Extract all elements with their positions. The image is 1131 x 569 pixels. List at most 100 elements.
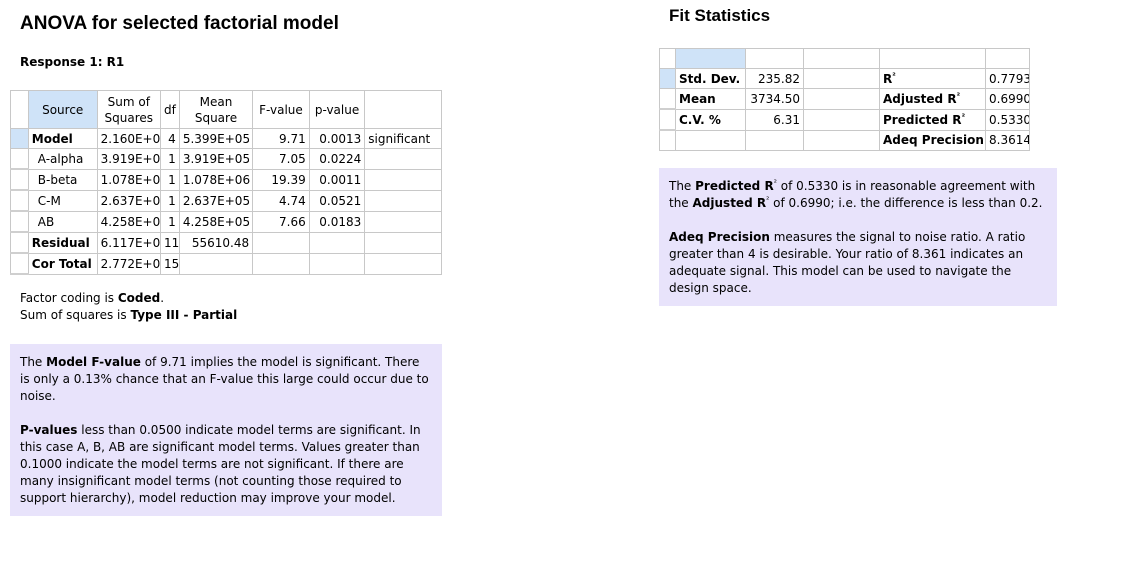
fit-value-2: 0.7793 bbox=[985, 68, 1030, 89]
row-source: Residual bbox=[27, 231, 98, 254]
row-selector[interactable] bbox=[659, 129, 676, 151]
table-row[interactable]: Residual 6.117E+05 11 55610.48 bbox=[10, 231, 442, 254]
row-f: 7.66 bbox=[252, 210, 310, 233]
table-row[interactable]: C-M 2.637E+05 1 2.637E+05 4.74 0.0521 bbox=[10, 189, 442, 212]
table-row[interactable]: Mean 3734.50 Adjusted R² 0.6990 bbox=[659, 88, 1030, 110]
row-source: AB bbox=[27, 210, 98, 233]
fit-label: C.V. % bbox=[675, 108, 746, 131]
table-row[interactable]: C.V. % 6.31 Predicted R² 0.5330 bbox=[659, 108, 1030, 131]
row-selector[interactable] bbox=[659, 68, 676, 89]
table-row[interactable]: Adeq Precision 8.3614 bbox=[659, 129, 1030, 151]
col-header[interactable] bbox=[745, 48, 804, 69]
row-p: 0.0224 bbox=[308, 148, 366, 170]
row-significance bbox=[364, 252, 442, 275]
fit-value: 235.82 bbox=[745, 68, 804, 89]
row-selector[interactable] bbox=[659, 108, 676, 131]
fit-label-2: Adeq Precision bbox=[879, 129, 986, 151]
fit-statistics-table: Std. Dev. 235.82 R² 0.7793 Mean 3734.50 … bbox=[659, 48, 1030, 151]
row-ms: 4.258E+05 bbox=[178, 210, 254, 233]
row-p: 0.0011 bbox=[308, 168, 366, 191]
row-ms: 2.637E+05 bbox=[178, 189, 254, 212]
row-df: 1 bbox=[159, 168, 180, 191]
table-row[interactable]: AB 4.258E+05 1 4.258E+05 7.66 0.0183 bbox=[10, 210, 442, 233]
row-f: 4.74 bbox=[252, 189, 310, 212]
col-header[interactable] bbox=[803, 48, 880, 69]
col-header-f-value[interactable]: F-value bbox=[252, 90, 310, 129]
row-selector[interactable] bbox=[10, 148, 29, 170]
col-header[interactable] bbox=[985, 48, 1030, 69]
row-p: 0.0521 bbox=[308, 189, 366, 212]
fit-label-2: Adjusted R² bbox=[879, 88, 986, 110]
spacer-cell bbox=[803, 68, 880, 89]
row-selector[interactable] bbox=[10, 128, 29, 149]
anova-header-row: Source Sum of Squares df Mean Square F-val… bbox=[10, 90, 442, 129]
row-df: 4 bbox=[159, 128, 180, 149]
fit-value: 3734.50 bbox=[745, 88, 804, 110]
sum-of-squares-line: Sum of squares is Type III - Partial bbox=[20, 308, 238, 322]
row-selector[interactable] bbox=[10, 210, 29, 233]
fit-label-2: Predicted R² bbox=[879, 108, 986, 131]
row-p bbox=[308, 231, 366, 254]
row-f bbox=[252, 231, 310, 254]
col-header[interactable] bbox=[879, 48, 986, 69]
row-significance bbox=[364, 148, 442, 170]
fit-value-2: 0.5330 bbox=[985, 108, 1030, 131]
row-df: 1 bbox=[159, 210, 180, 233]
col-header-note[interactable] bbox=[364, 90, 442, 129]
fit-value-2: 8.3614 bbox=[985, 129, 1030, 151]
table-row[interactable]: Std. Dev. 235.82 R² 0.7793 bbox=[659, 68, 1030, 89]
table-row[interactable]: A-alpha 3.919E+05 1 3.919E+05 7.05 0.022… bbox=[10, 148, 442, 170]
row-significance bbox=[364, 210, 442, 233]
table-row[interactable]: Cor Total 2.772E+06 15 bbox=[10, 252, 442, 275]
row-header-corner[interactable] bbox=[659, 48, 676, 69]
row-ms: 55610.48 bbox=[178, 231, 254, 254]
row-selector[interactable] bbox=[10, 252, 29, 275]
col-header[interactable] bbox=[675, 48, 746, 69]
row-ms: 1.078E+06 bbox=[178, 168, 254, 191]
factor-coding-line: Factor coding is Coded. bbox=[20, 291, 165, 305]
row-ss: 1.078E+06 bbox=[96, 168, 161, 191]
row-significance bbox=[364, 189, 442, 212]
fit-label bbox=[675, 129, 746, 151]
row-source: Model bbox=[27, 128, 98, 149]
fit-interpretation-note: The Predicted R² of 0.5330 is in reasona… bbox=[659, 168, 1057, 306]
row-df: 11 bbox=[159, 231, 180, 254]
col-header-df[interactable]: df bbox=[159, 90, 180, 129]
fit-value bbox=[745, 129, 804, 151]
col-header-p-value[interactable]: p-value bbox=[308, 90, 366, 129]
table-row[interactable]: Model 2.160E+06 4 5.399E+05 9.71 0.0013 … bbox=[10, 128, 442, 149]
fit-label-2: R² bbox=[879, 68, 986, 89]
row-f: 7.05 bbox=[252, 148, 310, 170]
row-ss: 3.919E+05 bbox=[96, 148, 161, 170]
row-df: 1 bbox=[159, 148, 180, 170]
row-source: A-alpha bbox=[27, 148, 98, 170]
row-source: B-beta bbox=[27, 168, 98, 191]
response-label: Response 1: R1 bbox=[20, 55, 125, 69]
spacer-cell bbox=[803, 88, 880, 110]
row-selector[interactable] bbox=[10, 231, 29, 254]
row-p: 0.0183 bbox=[308, 210, 366, 233]
row-df: 1 bbox=[159, 189, 180, 212]
row-f: 9.71 bbox=[252, 128, 310, 149]
anova-table: Source Sum of Squares df Mean Square F-val… bbox=[10, 90, 442, 275]
spacer-cell bbox=[803, 108, 880, 131]
row-selector[interactable] bbox=[10, 168, 29, 191]
row-significance bbox=[364, 231, 442, 254]
row-source: Cor Total bbox=[27, 252, 98, 275]
row-ms bbox=[178, 252, 254, 275]
col-header-mean-square[interactable]: Mean Square bbox=[178, 90, 254, 129]
row-significance bbox=[364, 168, 442, 191]
row-source: C-M bbox=[27, 189, 98, 212]
table-row[interactable]: B-beta 1.078E+06 1 1.078E+06 19.39 0.001… bbox=[10, 168, 442, 191]
row-selector[interactable] bbox=[10, 189, 29, 212]
row-header-corner[interactable] bbox=[10, 90, 29, 129]
fit-header-row bbox=[659, 48, 1030, 69]
row-selector[interactable] bbox=[659, 88, 676, 110]
anova-title: ANOVA for selected factorial model bbox=[20, 13, 339, 34]
row-ms: 3.919E+05 bbox=[178, 148, 254, 170]
col-header-source[interactable]: Source bbox=[27, 90, 98, 129]
row-significance: significant bbox=[364, 128, 442, 149]
row-ss: 2.772E+06 bbox=[96, 252, 161, 275]
col-header-sum-of-squares[interactable]: Sum of Squares bbox=[96, 90, 161, 129]
row-ss: 6.117E+05 bbox=[96, 231, 161, 254]
